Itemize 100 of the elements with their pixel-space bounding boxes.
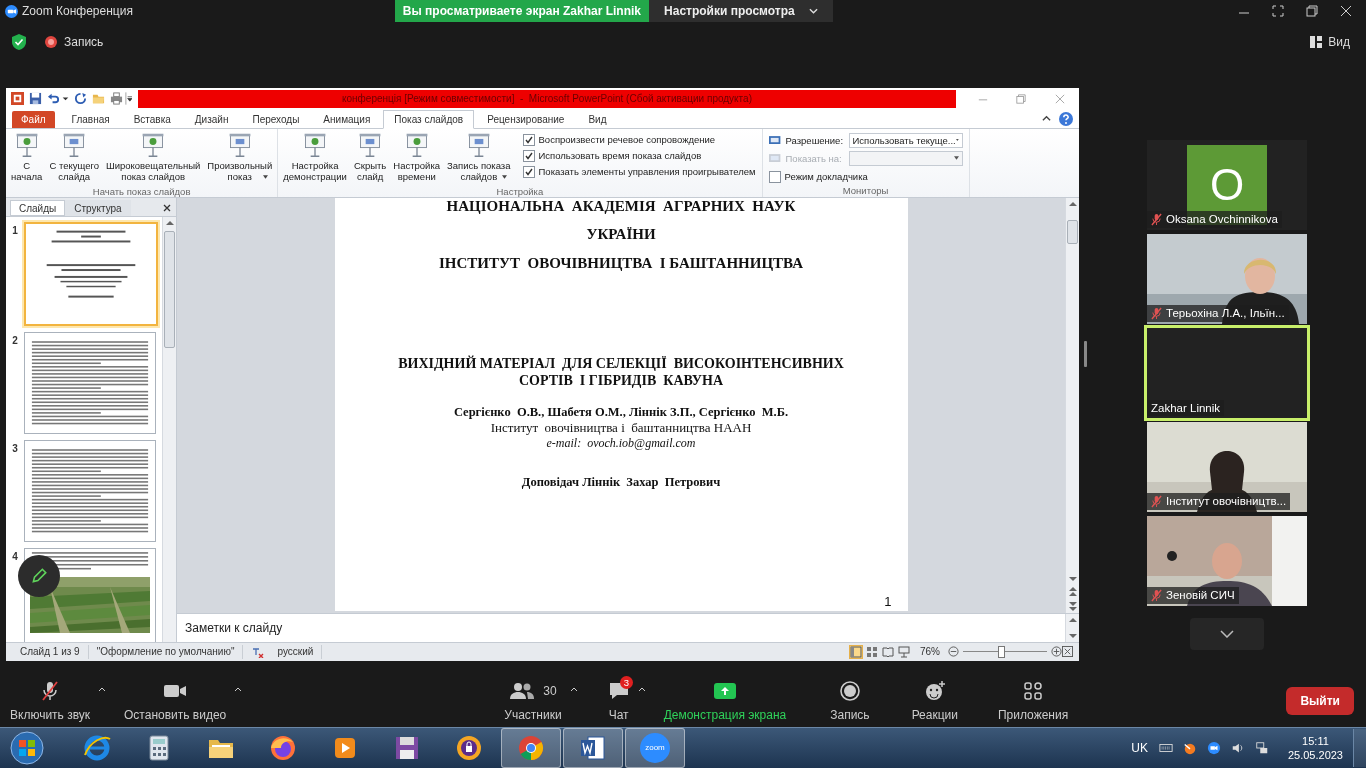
- ribbon-button[interactable]: Запись показа слайдов: [444, 131, 514, 186]
- restore-icon[interactable]: [1306, 5, 1318, 17]
- save-icon[interactable]: [29, 92, 42, 106]
- toolbar-button[interactable]: 3 Чат: [607, 679, 630, 722]
- ribbon-button[interactable]: Скрыть слайд: [350, 131, 390, 182]
- participant-tile[interactable]: Zakhar Linnik: [1147, 327, 1307, 418]
- ribbon-tab[interactable]: Главная: [60, 110, 121, 128]
- ribbon-button[interactable]: Настройка демонстрации: [280, 131, 350, 182]
- language-indicator[interactable]: русский: [269, 644, 323, 659]
- checkbox-label: Использовать время показа слайдов: [538, 150, 702, 162]
- start-button[interactable]: [9, 730, 45, 766]
- toolbar-button[interactable]: 30 Участники: [504, 679, 562, 722]
- field-label: Показать на:: [785, 152, 843, 164]
- ribbon-button[interactable]: Широковещательный показ слайдов: [102, 131, 204, 182]
- toolbar-button[interactable]: Приложения: [998, 679, 1069, 722]
- close-icon[interactable]: [163, 203, 171, 212]
- spellcheck-icon[interactable]: [251, 645, 266, 658]
- participant-tile[interactable]: Інститут овочівництв...: [1147, 421, 1307, 512]
- view-button[interactable]: Вид: [1304, 33, 1356, 50]
- toolbar-button[interactable]: Включить звук: [10, 679, 91, 722]
- fullscreen-icon[interactable]: [1272, 5, 1284, 17]
- checkbox[interactable]: [522, 165, 535, 178]
- ribbon-tab[interactable]: Дизайн: [183, 110, 240, 128]
- toolbar-button[interactable]: Реакции: [911, 679, 958, 722]
- slide-thumbnail[interactable]: [24, 547, 156, 642]
- reading-view-icon[interactable]: [882, 645, 894, 658]
- caret-icon[interactable]: [234, 687, 243, 692]
- dropdown-field[interactable]: [848, 150, 963, 166]
- collapse-ribbon-icon[interactable]: [1042, 113, 1051, 123]
- scroll-thumb[interactable]: [1067, 219, 1078, 244]
- slide-sorter-icon[interactable]: [866, 645, 878, 658]
- view-settings-button[interactable]: Настройки просмотра: [648, 0, 833, 22]
- toolbar-button[interactable]: Остановить видео: [124, 679, 227, 722]
- toolbar-button[interactable]: Демонстрация экрана: [663, 679, 787, 722]
- pane-tab[interactable]: Слайды: [10, 199, 66, 216]
- keyboard-icon[interactable]: [1158, 741, 1173, 755]
- lock-icon: [454, 733, 484, 763]
- powerpoint-logo-icon[interactable]: [11, 92, 24, 106]
- ribbon-button[interactable]: С начала: [8, 131, 46, 182]
- speaker-icon[interactable]: [1230, 741, 1245, 755]
- participant-tile[interactable]: Зеновій СИЧ: [1147, 515, 1307, 606]
- slideshow-icon[interactable]: [898, 645, 910, 658]
- theme-name: "Оформление по умолчанию": [88, 644, 244, 659]
- caret-icon[interactable]: [637, 687, 646, 692]
- clock-time[interactable]: 15:11: [1302, 734, 1329, 748]
- undo-icon[interactable]: [47, 92, 60, 106]
- zoom-out-icon[interactable]: [948, 646, 959, 658]
- scroll-up-icon[interactable]: [1068, 200, 1077, 207]
- scroll-down-icon[interactable]: [1068, 575, 1077, 582]
- participant-tile[interactable]: O Oksana Ovchinnikova: [1147, 139, 1307, 230]
- normal-view-icon[interactable]: [850, 645, 862, 658]
- scroll-up-icon[interactable]: [1068, 616, 1077, 623]
- checkbox[interactable]: [522, 149, 535, 162]
- scroll-up-icon[interactable]: [165, 219, 174, 226]
- leave-button[interactable]: Выйти: [1286, 686, 1354, 715]
- ribbon-tab[interactable]: Вид: [577, 110, 618, 128]
- dropdown-field[interactable]: Использовать текуще...: [848, 132, 963, 148]
- video-app-icon[interactable]: [1206, 741, 1221, 755]
- keyboard-language[interactable]: UK: [1131, 741, 1148, 755]
- participant-tile[interactable]: Терьохіна Л.А., Ільїн...: [1147, 233, 1307, 324]
- splitter-handle[interactable]: [1084, 340, 1087, 367]
- caret-icon[interactable]: [569, 687, 578, 692]
- help-icon[interactable]: [1059, 111, 1073, 126]
- ribbon-button[interactable]: Настройка времени: [390, 131, 444, 182]
- network-icon[interactable]: [1254, 741, 1269, 755]
- participant-count: 30: [543, 684, 557, 698]
- scroll-thumb[interactable]: [164, 230, 175, 348]
- next-slide-icon[interactable]: [1068, 600, 1077, 611]
- ribbon-button[interactable]: С текущего слайда: [46, 131, 102, 182]
- zoom-slider-thumb[interactable]: [997, 646, 1005, 659]
- pane-tab[interactable]: Структура: [65, 199, 131, 216]
- fit-to-window-icon[interactable]: [1062, 646, 1073, 658]
- previous-slide-icon[interactable]: [1068, 586, 1077, 597]
- checkbox[interactable]: [522, 133, 535, 146]
- caret-icon[interactable]: [98, 687, 107, 692]
- ribbon-tab[interactable]: Переходы: [241, 110, 311, 128]
- customize-caret-icon[interactable]: [125, 92, 132, 106]
- redo-icon[interactable]: [74, 92, 87, 106]
- printer-icon[interactable]: [110, 92, 123, 106]
- show-desktop-button[interactable]: [1353, 729, 1366, 767]
- slide-heading: УКРАЇНИ: [586, 224, 656, 244]
- ribbon-tab[interactable]: Файл: [12, 110, 55, 128]
- participant-name: Інститут овочівництв...: [1166, 495, 1287, 508]
- zoom-logo: zoom: [640, 733, 670, 763]
- ribbon-tab[interactable]: Вставка: [122, 110, 182, 128]
- taskbar-app[interactable]: [563, 728, 623, 768]
- zoom-in-icon[interactable]: [1051, 646, 1062, 658]
- checkbox[interactable]: [768, 170, 781, 183]
- muted-mic-icon: [1151, 212, 1162, 226]
- ribbon-button[interactable]: Произвольный показ: [204, 131, 276, 186]
- checkbox-label: Воспроизвести речевое сопровождение: [538, 134, 716, 146]
- zoom-level[interactable]: 76%: [912, 644, 948, 659]
- clock-date[interactable]: 25.05.2023: [1287, 748, 1343, 762]
- participant-name: Oksana Ovchinnikova: [1166, 213, 1278, 226]
- ribbon-tab[interactable]: Рецензирование: [476, 110, 576, 128]
- shield-icon[interactable]: [12, 33, 26, 50]
- toolbar-button[interactable]: Запись: [830, 679, 870, 722]
- antivirus-icon[interactable]: [1182, 741, 1197, 755]
- ribbon-tab[interactable]: Анимация: [312, 110, 382, 128]
- scroll-down-icon[interactable]: [1068, 632, 1077, 639]
